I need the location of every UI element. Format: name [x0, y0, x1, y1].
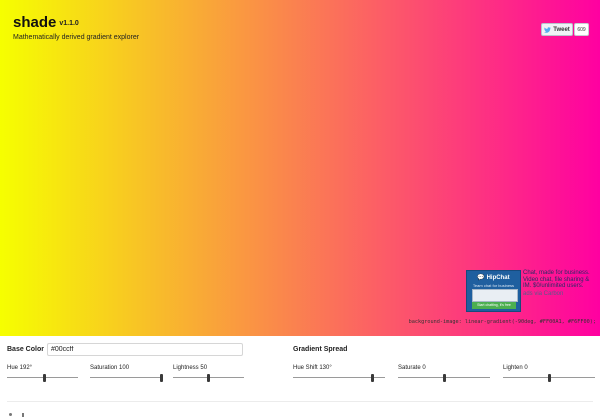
slider-thumb[interactable] — [442, 374, 446, 382]
partial-icon — [9, 413, 12, 416]
base-color-input[interactable] — [47, 343, 243, 356]
saturate-label: Saturate 0 — [398, 365, 426, 371]
gradient-spread-label: Gradient Spread — [293, 346, 348, 353]
ad-cta: Start chatting, it's free — [472, 302, 516, 309]
section-divider — [7, 401, 593, 402]
slider-track — [90, 377, 161, 378]
ad-logo: 💬 HipChat — [477, 275, 510, 281]
slider-thumb[interactable] — [207, 374, 210, 382]
tweet-label: Tweet — [553, 26, 570, 33]
saturation-label: Saturation 100 — [90, 365, 130, 371]
ad-tagline: Team chat for business — [472, 283, 515, 288]
slider-thumb[interactable] — [547, 374, 551, 382]
ad-text[interactable]: Chat, made for business. Video chat, fil… — [523, 270, 597, 290]
lighten-slider[interactable] — [503, 374, 595, 382]
twitter-bird-icon — [544, 26, 552, 33]
slider-thumb[interactable] — [43, 374, 47, 382]
lighten-label: Lighten 0 — [503, 365, 528, 371]
tweet-count[interactable]: 609 — [574, 23, 589, 36]
hue-shift-label: Hue Shift 130° — [293, 365, 332, 371]
ad-image[interactable]: 💬 HipChat Team chat for business Start c… — [466, 270, 521, 312]
partial-icon — [22, 413, 24, 417]
base-color-label: Base Color — [7, 346, 44, 353]
ad-screenshot — [472, 289, 518, 302]
slider-thumb[interactable] — [159, 374, 163, 382]
ad-copy[interactable]: Chat, made for business. Video chat, fil… — [523, 270, 597, 297]
saturate-slider[interactable] — [398, 374, 490, 382]
slider-thumb[interactable] — [370, 374, 374, 382]
tweet-button[interactable]: Tweet — [541, 23, 573, 36]
app-title: shade — [13, 14, 57, 31]
brand-header: shade v1.1.0 Mathematically derived gradi… — [13, 14, 139, 41]
lightness-label: Lightness 50 — [173, 365, 208, 371]
app-subtitle: Mathematically derived gradient explorer — [13, 34, 140, 41]
app-version: v1.1.0 — [59, 20, 79, 27]
hue-label: Hue 192° — [7, 365, 33, 371]
ad-via-link[interactable]: ads via Carbon — [523, 291, 597, 298]
hue-slider[interactable] — [7, 374, 78, 382]
lightness-slider[interactable] — [173, 374, 244, 382]
saturation-slider[interactable] — [90, 374, 163, 382]
gradient-css-output: background-image: linear-gradient(-90deg… — [408, 319, 596, 325]
hue-shift-slider[interactable] — [293, 374, 385, 382]
